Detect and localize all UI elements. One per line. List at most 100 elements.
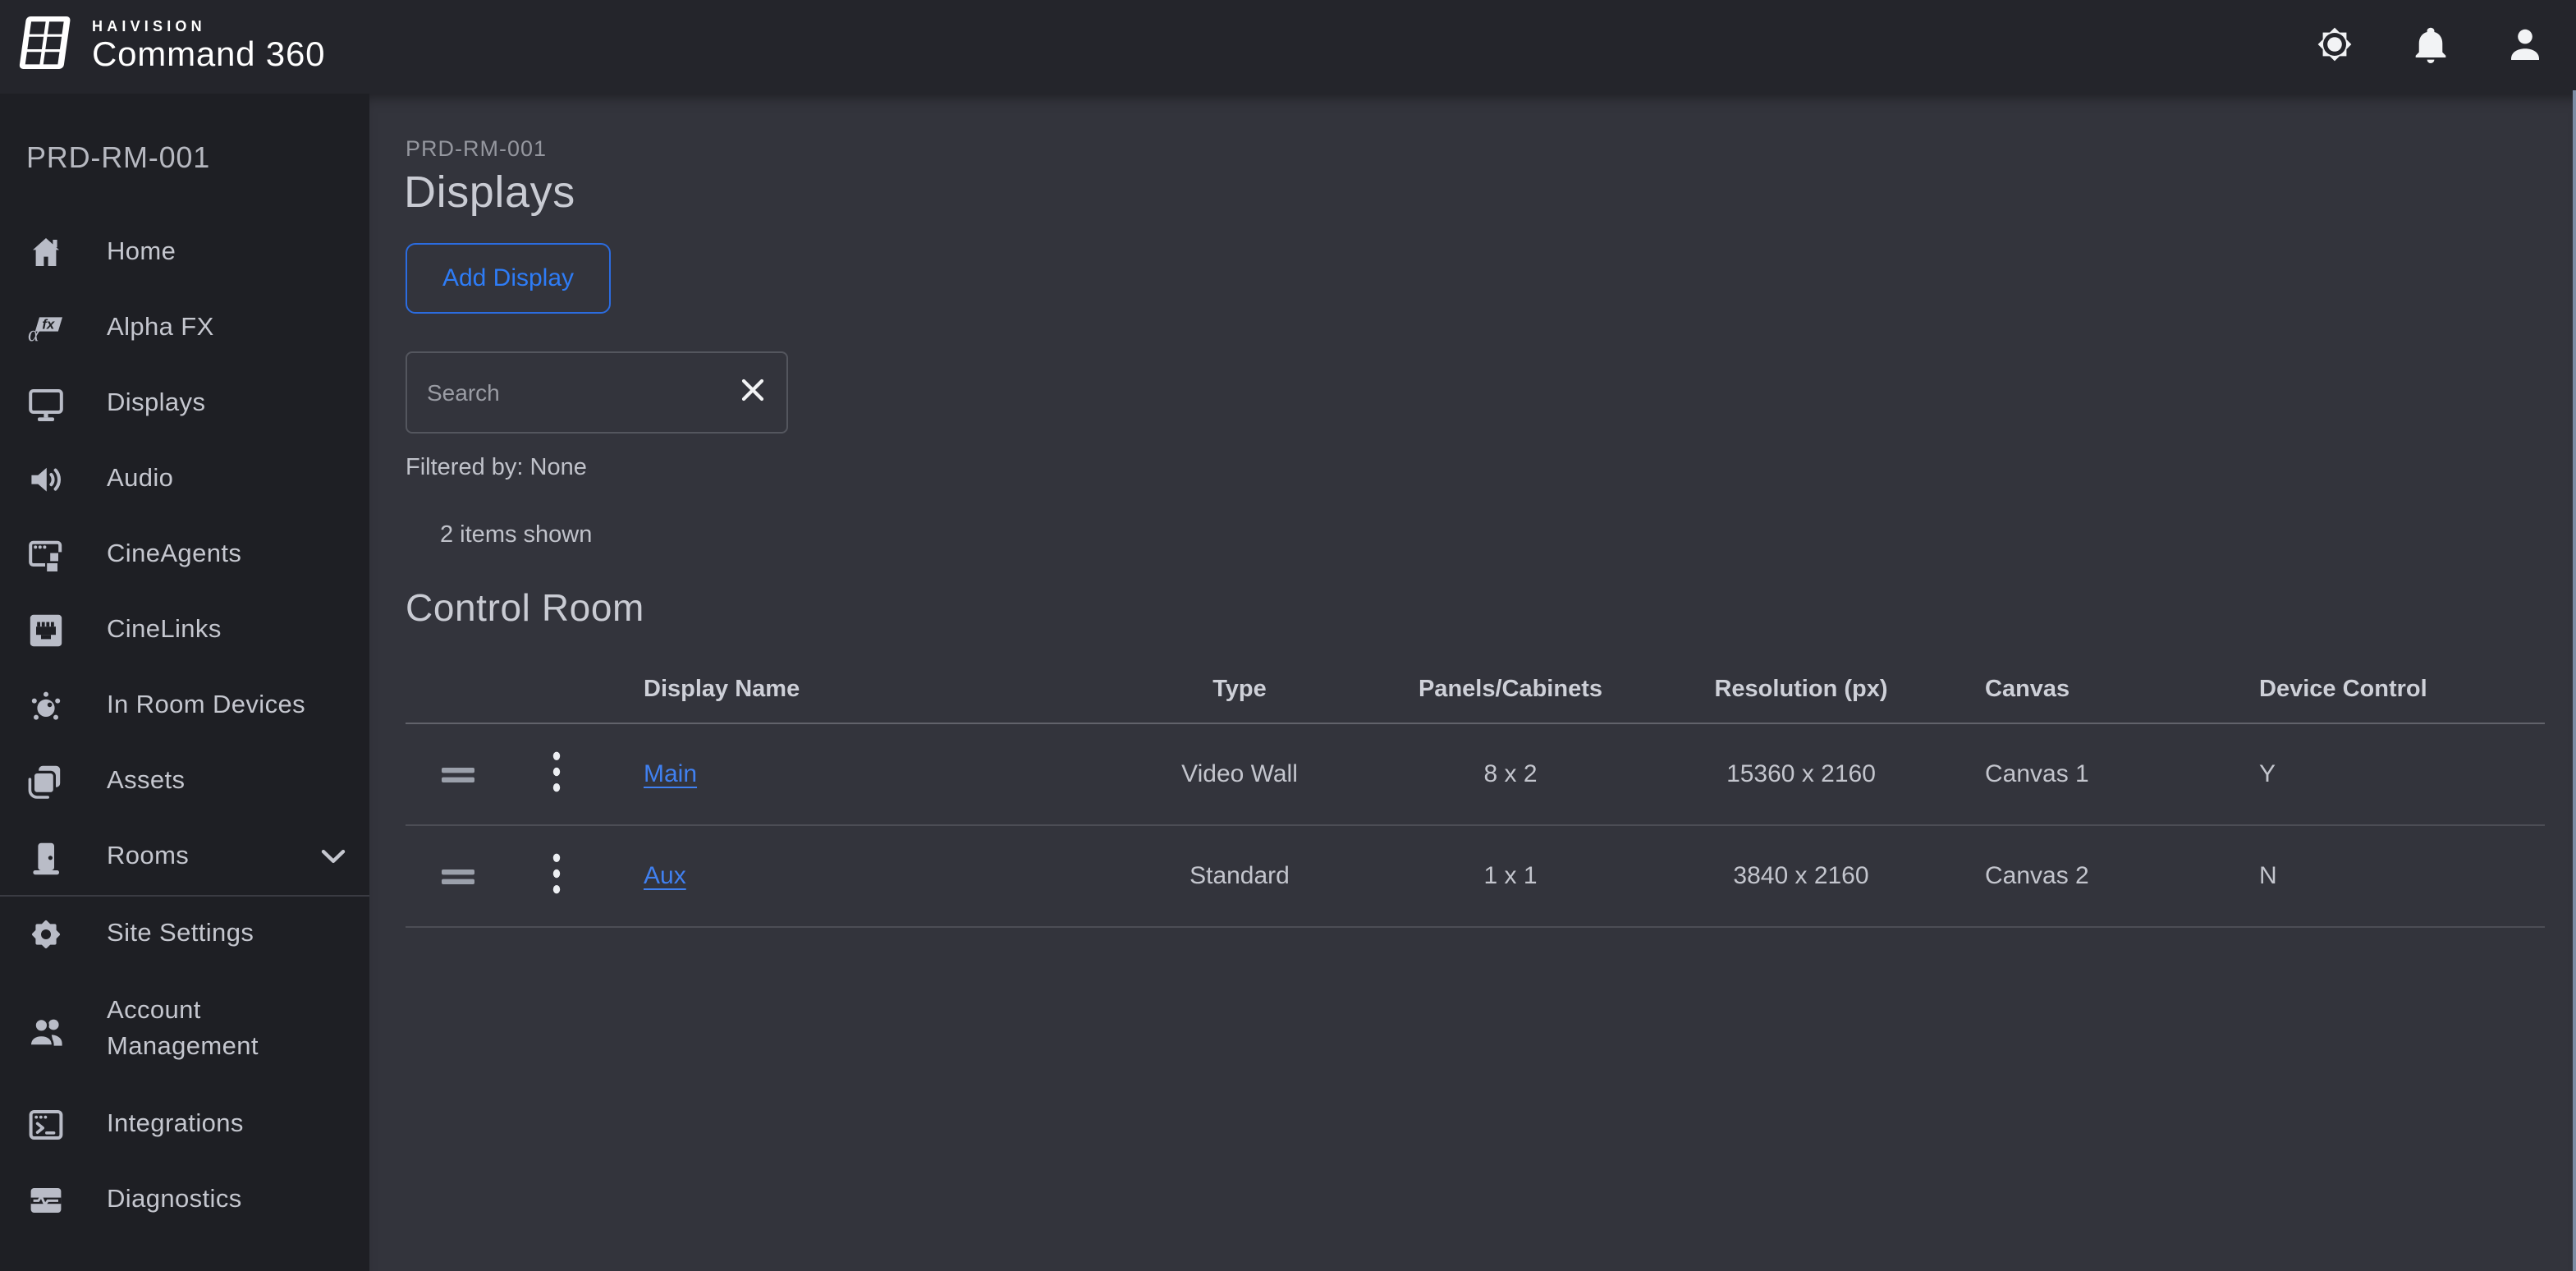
sidebar: PRD-RM-001 Home fx α bbox=[0, 94, 369, 1271]
integrations-icon bbox=[26, 1105, 66, 1145]
sidebar-item-label: Audio bbox=[107, 461, 173, 498]
sidebar-item-label: Site Settings bbox=[107, 916, 254, 952]
row-menu-button[interactable] bbox=[545, 846, 568, 906]
notifications-button[interactable] bbox=[2407, 24, 2453, 70]
sidebar-nav: Home fx α Alpha FX bbox=[0, 215, 369, 1238]
topbar-actions bbox=[2312, 24, 2576, 70]
sidebar-item-label: In Room Devices bbox=[107, 688, 305, 724]
settings-icon bbox=[2312, 21, 2358, 72]
sidebar-item-alpha-fx[interactable]: fx α Alpha FX bbox=[0, 291, 369, 366]
header-panels-cabinets: Panels/Cabinets bbox=[1400, 677, 1620, 703]
sidebar-item-label: Integrations bbox=[107, 1107, 244, 1143]
cell-resolution: 3840 x 2160 bbox=[1620, 862, 1982, 890]
filtered-by-value: None bbox=[530, 455, 587, 481]
kebab-menu-icon bbox=[552, 852, 561, 900]
audio-icon bbox=[26, 460, 66, 499]
displays-table: Display Name Type Panels/Cabinets Resolu… bbox=[406, 657, 2545, 928]
table-row: Main Video Wall 8 x 2 15360 x 2160 Canva… bbox=[406, 724, 2545, 826]
sidebar-item-diagnostics[interactable]: Diagnostics bbox=[0, 1163, 369, 1238]
table-header-row: Display Name Type Panels/Cabinets Resolu… bbox=[406, 657, 2545, 724]
assets-icon bbox=[26, 762, 66, 801]
cell-panels-cabinets: 8 x 2 bbox=[1400, 760, 1620, 788]
display-icon bbox=[26, 384, 66, 424]
page-title: Displays bbox=[404, 167, 575, 218]
section-title: Control Room bbox=[406, 586, 644, 631]
cell-resolution: 15360 x 2160 bbox=[1620, 760, 1982, 788]
sidebar-item-in-room-devices[interactable]: In Room Devices bbox=[0, 668, 369, 744]
svg-text:α: α bbox=[28, 322, 40, 346]
cell-panels-cabinets: 1 x 1 bbox=[1400, 862, 1620, 890]
cineagents-icon bbox=[26, 535, 66, 575]
product-name: Command 360 bbox=[92, 36, 325, 76]
chevron-down-icon bbox=[320, 849, 346, 865]
notifications-icon bbox=[2408, 22, 2452, 71]
sidebar-item-label: Rooms bbox=[107, 839, 189, 875]
sidebar-item-label: CineLinks bbox=[107, 613, 222, 649]
sidebar-item-rooms[interactable]: Rooms bbox=[0, 819, 369, 895]
sidebar-item-cinelinks[interactable]: CineLinks bbox=[0, 593, 369, 668]
sidebar-item-integrations[interactable]: Integrations bbox=[0, 1087, 369, 1163]
header-canvas: Canvas bbox=[1982, 677, 2244, 703]
svg-text:fx: fx bbox=[42, 316, 56, 332]
brand: HAIVISION Command 360 bbox=[0, 11, 325, 82]
site-settings-icon bbox=[26, 915, 66, 954]
user-icon bbox=[2502, 21, 2548, 72]
sidebar-item-audio[interactable]: Audio bbox=[0, 442, 369, 517]
sidebar-item-displays[interactable]: Displays bbox=[0, 366, 369, 442]
sidebar-item-label: CineAgents bbox=[107, 537, 241, 573]
user-button[interactable] bbox=[2502, 24, 2548, 70]
home-icon bbox=[26, 233, 66, 273]
sidebar-item-account-management[interactable]: Account Management bbox=[0, 972, 369, 1087]
kebab-menu-icon bbox=[552, 750, 561, 798]
cell-type: Video Wall bbox=[1079, 760, 1400, 788]
cell-canvas: Canvas 2 bbox=[1982, 862, 2244, 890]
header-resolution: Resolution (px) bbox=[1620, 677, 1982, 703]
sidebar-item-home[interactable]: Home bbox=[0, 215, 369, 291]
items-shown-text: 2 items shown bbox=[440, 522, 592, 548]
cell-device-control: Y bbox=[2244, 760, 2545, 788]
haivision-logo-icon bbox=[16, 11, 77, 82]
breadcrumb: PRD-RM-001 bbox=[406, 136, 547, 161]
sidebar-item-label: Diagnostics bbox=[107, 1182, 242, 1218]
sidebar-item-cineagents[interactable]: CineAgents bbox=[0, 517, 369, 593]
app-window: HAIVISION Command 360 bbox=[0, 0, 2576, 1271]
sidebar-room-label: PRD-RM-001 bbox=[26, 141, 369, 174]
drag-handle[interactable] bbox=[433, 860, 483, 892]
header-device-control: Device Control bbox=[2244, 677, 2545, 703]
scrollbar[interactable] bbox=[2573, 90, 2576, 1271]
header-display-name: Display Name bbox=[603, 677, 1079, 703]
header-type: Type bbox=[1079, 677, 1400, 703]
topbar: HAIVISION Command 360 bbox=[0, 0, 2576, 94]
search-input[interactable] bbox=[407, 353, 786, 432]
clear-search-button[interactable] bbox=[731, 371, 773, 414]
brand-text: HAIVISION Command 360 bbox=[92, 18, 325, 76]
sidebar-item-label: Alpha FX bbox=[107, 310, 214, 346]
sidebar-item-site-settings[interactable]: Site Settings bbox=[0, 897, 369, 972]
display-name-link[interactable]: Aux bbox=[644, 862, 686, 890]
diagnostics-icon bbox=[26, 1181, 66, 1220]
brand-name: HAIVISION bbox=[92, 18, 325, 36]
alpha-fx-icon: fx α bbox=[26, 309, 66, 348]
settings-button[interactable] bbox=[2312, 24, 2358, 70]
sidebar-item-label: Home bbox=[107, 235, 176, 271]
sidebar-item-label: Account Management bbox=[107, 993, 346, 1066]
main-content: PRD-RM-001 Displays Add Display Filtered… bbox=[369, 94, 2576, 1271]
sidebar-item-label: Assets bbox=[107, 764, 185, 800]
add-display-button[interactable]: Add Display bbox=[406, 243, 611, 314]
row-menu-button[interactable] bbox=[545, 744, 568, 805]
account-management-icon bbox=[26, 1010, 66, 1049]
search-box bbox=[406, 351, 788, 434]
cell-canvas: Canvas 1 bbox=[1982, 760, 2244, 788]
table-row: Aux Standard 1 x 1 3840 x 2160 Canvas 2 … bbox=[406, 826, 2545, 928]
filtered-by-label: Filtered by: bbox=[406, 455, 523, 481]
sidebar-item-label: Displays bbox=[107, 386, 205, 422]
cell-device-control: N bbox=[2244, 862, 2545, 890]
in-room-devices-icon bbox=[26, 686, 66, 726]
sidebar-item-assets[interactable]: Assets bbox=[0, 744, 369, 819]
close-icon bbox=[740, 378, 764, 407]
cinelinks-icon bbox=[26, 611, 66, 650]
drag-handle[interactable] bbox=[433, 758, 483, 791]
cell-type: Standard bbox=[1079, 862, 1400, 890]
rooms-icon bbox=[26, 837, 66, 877]
display-name-link[interactable]: Main bbox=[644, 760, 697, 788]
